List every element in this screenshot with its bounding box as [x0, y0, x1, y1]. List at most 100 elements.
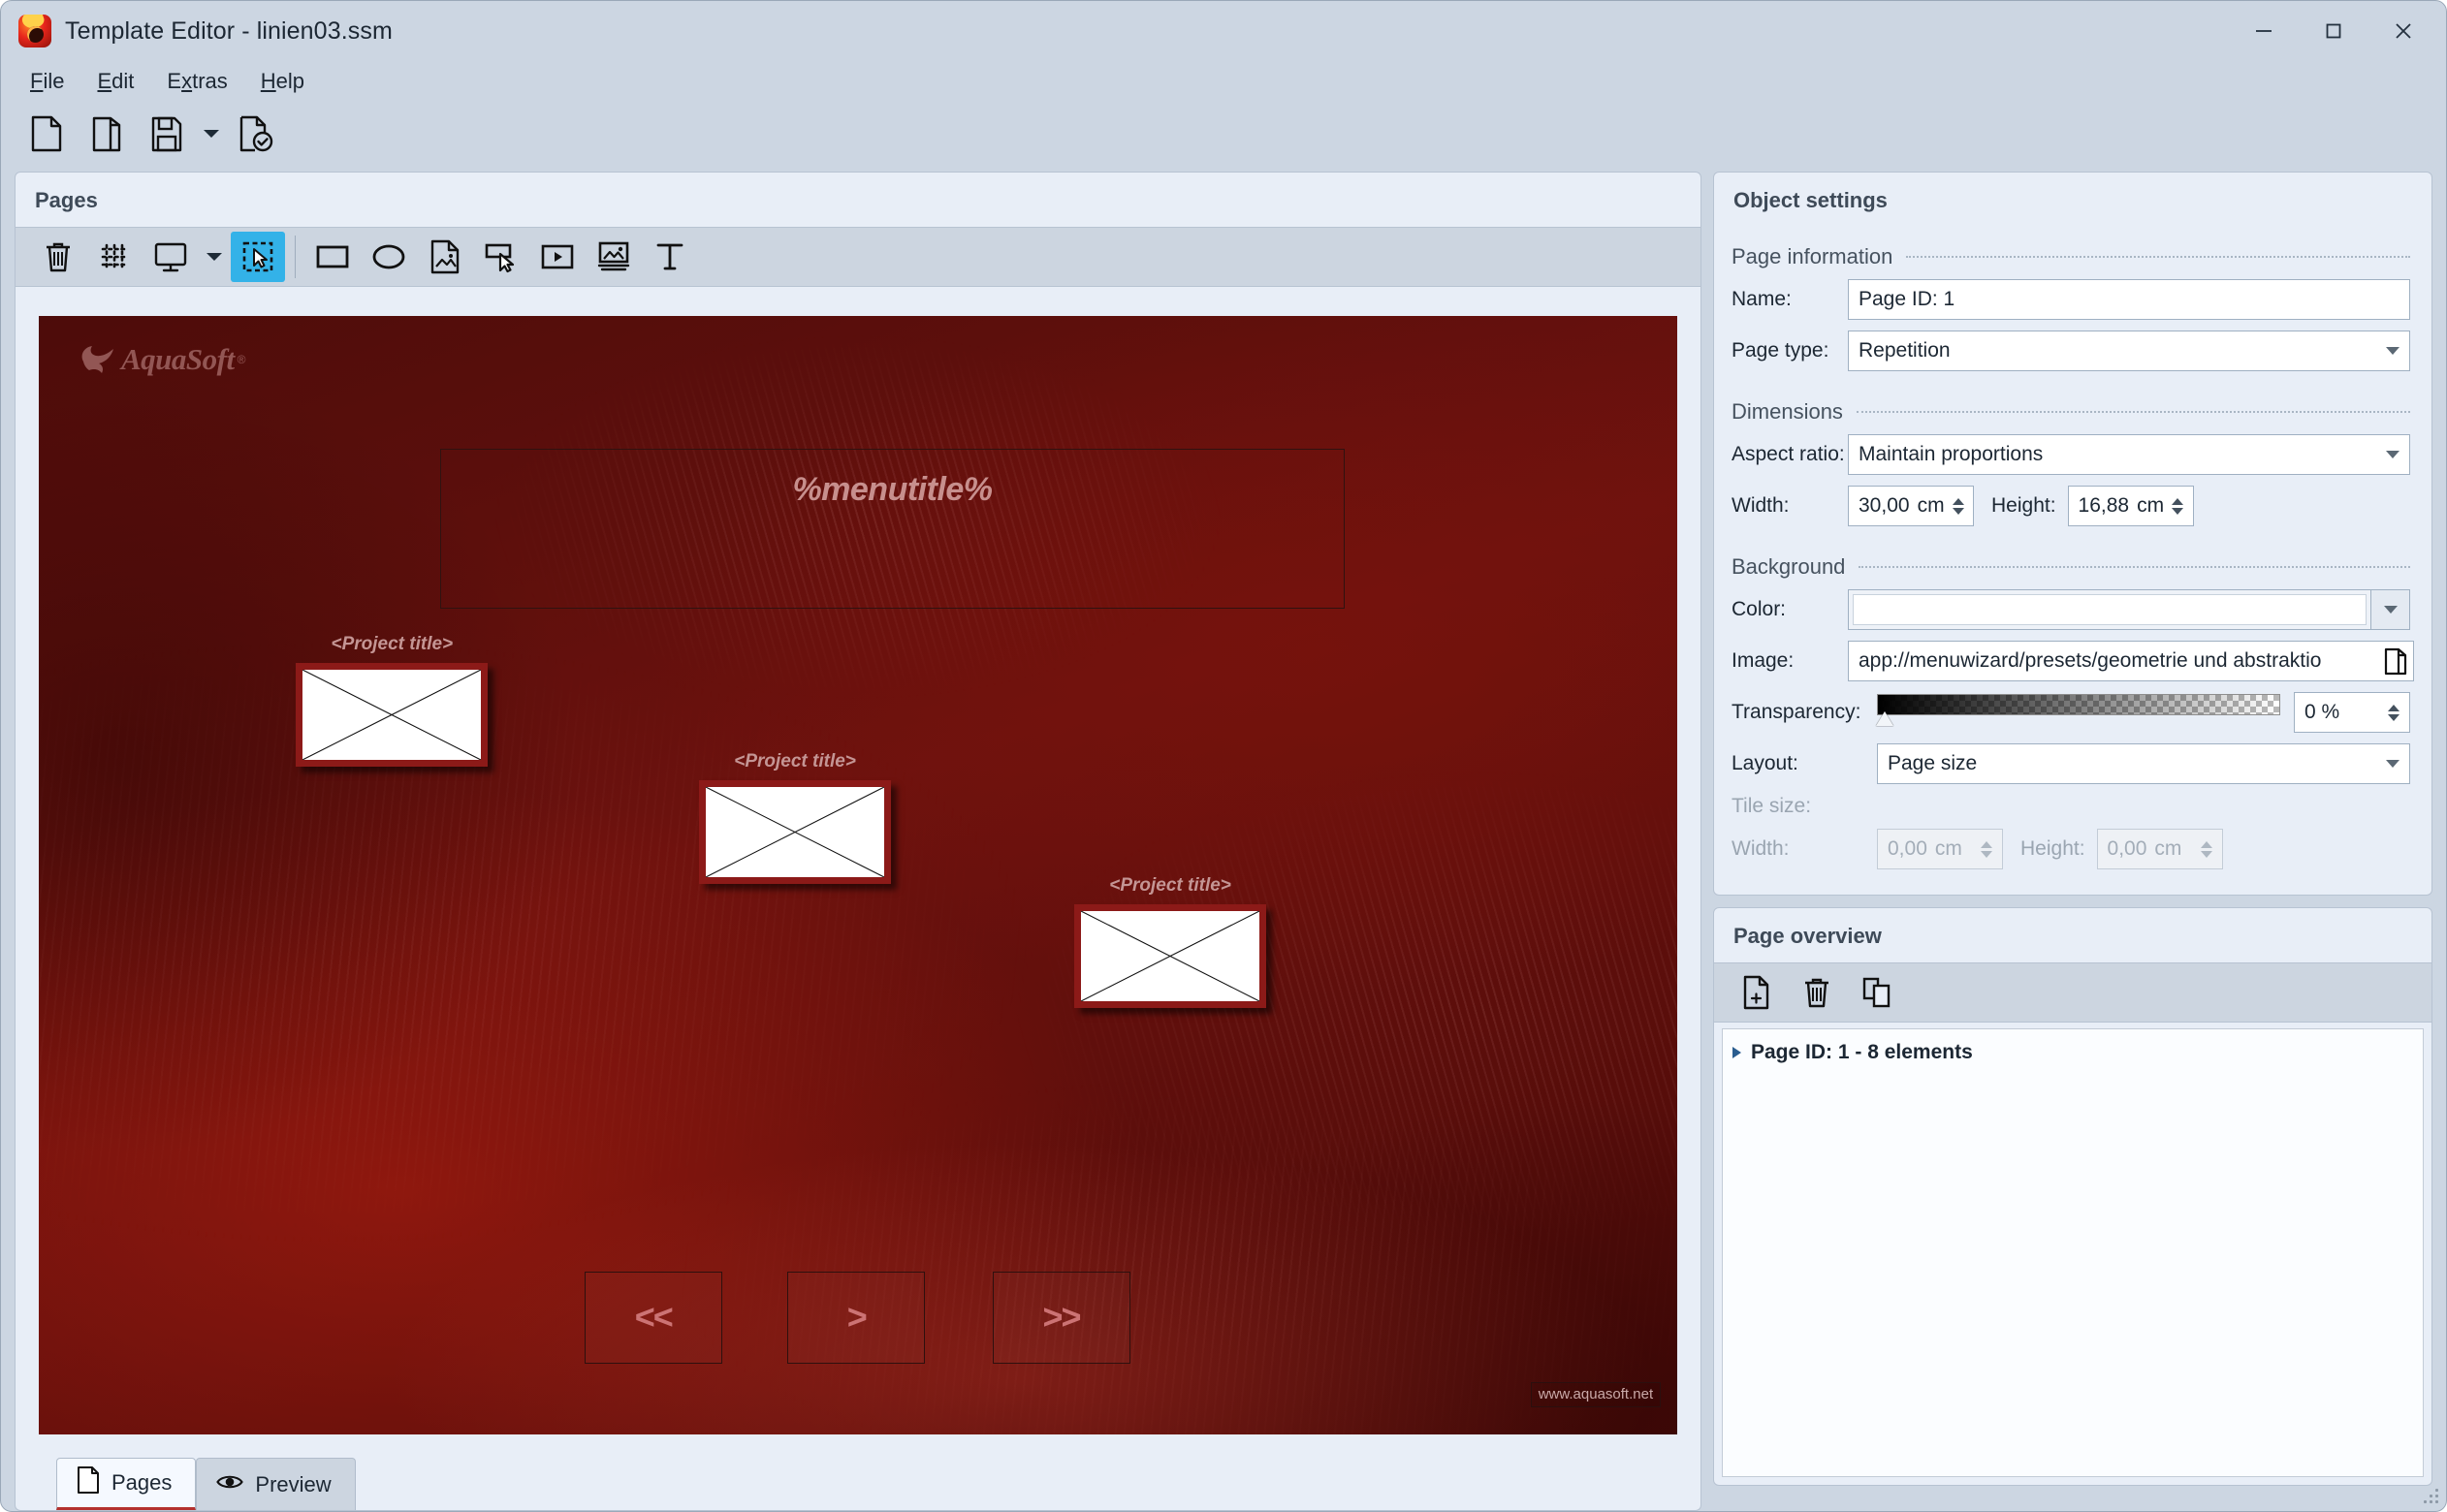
image-path-input[interactable]: app://menuwizard/presets/geometrie und a… [1848, 641, 2414, 681]
add-page-icon[interactable] [1730, 967, 1784, 1018]
select-tool-icon[interactable] [231, 232, 285, 282]
bottom-tab-bar: Pages Preview [39, 1434, 1677, 1510]
new-document-icon[interactable] [18, 106, 75, 162]
page-type-label: Page type: [1732, 339, 1829, 362]
grid-snap-icon[interactable] [87, 232, 142, 282]
project-placeholder-2[interactable]: <Project title> [699, 751, 892, 884]
height-label: Height: [1991, 494, 2056, 517]
transparency-stepper[interactable] [2380, 704, 2399, 721]
trash-icon[interactable] [31, 232, 85, 282]
pages-panel: Pages AquaSoft ® %menutitle% <Project ti… [15, 172, 1701, 1511]
project-title-caption: <Project title> [331, 633, 454, 654]
close-button[interactable] [2368, 1, 2438, 61]
save-dropdown-caret-icon[interactable] [199, 106, 224, 162]
window-controls [2229, 1, 2438, 61]
height-input[interactable]: 16,88 cm [2067, 486, 2194, 526]
row-tile-size: Tile size: [1714, 795, 2431, 818]
page-tree-label: Page ID: 1 - 8 elements [1751, 1041, 1973, 1063]
nav-last-button[interactable]: >> [992, 1271, 1130, 1365]
menu-title-text: %menutitle% [792, 471, 993, 509]
section-dimensions: Dimensions [1714, 399, 2431, 425]
row-name: Name: Page ID: 1 [1714, 279, 2431, 320]
project-placeholder-3[interactable]: <Project title> [1074, 875, 1267, 1008]
page-overview-toolbar [1714, 962, 2431, 1023]
list-item[interactable]: Page ID: 1 - 8 elements [1732, 1041, 2413, 1064]
image-placeholder-frame [699, 779, 892, 884]
layout-select[interactable]: Page size [1877, 743, 2410, 784]
tab-pages[interactable]: Pages [56, 1458, 197, 1510]
menu-edit[interactable]: Edit [83, 64, 147, 99]
menu-file[interactable]: File [16, 64, 78, 99]
width-input[interactable]: 30,00 cm [1848, 486, 1974, 526]
name-input[interactable]: Page ID: 1 [1848, 279, 2410, 320]
nav-first-button[interactable]: << [584, 1271, 722, 1365]
tile-height-unit: cm [2154, 837, 2182, 860]
application-window: Template Editor - linien03.ssm File Edit… [0, 0, 2447, 1512]
window-title: Template Editor - linien03.ssm [65, 16, 393, 45]
monitor-icon[interactable] [143, 232, 198, 282]
width-unit: cm [1917, 494, 1945, 517]
layout-label: Layout: [1732, 752, 1798, 774]
height-stepper[interactable] [2164, 497, 2184, 515]
rectangle-tool-icon[interactable] [305, 232, 360, 282]
placeholder-cross-icon [302, 669, 482, 760]
height-unit: cm [2137, 494, 2165, 517]
duplicate-page-icon[interactable] [1850, 967, 1904, 1018]
color-dropdown-button[interactable] [2371, 589, 2410, 630]
open-folder-icon[interactable] [79, 106, 135, 162]
width-stepper[interactable] [1945, 497, 1964, 515]
aspect-ratio-select[interactable]: Maintain proportions [1848, 434, 2410, 475]
chevron-down-icon [2383, 606, 2398, 614]
text-tool-icon[interactable] [643, 232, 697, 282]
height-value: 16,88 [2078, 494, 2130, 517]
save-icon[interactable] [139, 106, 195, 162]
transparency-slider-thumb[interactable] [1876, 711, 1893, 726]
transparency-input[interactable]: 0 % [2294, 692, 2410, 733]
page-canvas[interactable]: AquaSoft ® %menutitle% <Project title> <… [39, 316, 1677, 1434]
placeholder-cross-icon [706, 786, 885, 877]
tile-width-value: 0,00 [1888, 837, 1927, 860]
row-image: Image: app://menuwizard/presets/geometri… [1714, 641, 2431, 681]
nav-next-button[interactable]: > [787, 1271, 926, 1365]
page-type-select[interactable]: Repetition [1848, 331, 2410, 371]
object-settings-panel: Object settings Page information Name: P… [1713, 172, 2432, 896]
resize-grip[interactable] [2422, 1487, 2439, 1504]
section-label: Background [1732, 554, 1846, 579]
dolphin-icon [81, 346, 113, 373]
transparency-value: 0 % [2304, 701, 2340, 723]
color-label: Color: [1732, 598, 1787, 620]
section-divider [1859, 566, 2410, 568]
transparency-slider[interactable] [1876, 692, 2280, 733]
chevron-right-icon[interactable] [1732, 1047, 1741, 1058]
main-body: Pages AquaSoft ® %menutitle% <Project ti… [1, 166, 2446, 1511]
tab-preview[interactable]: Preview [196, 1458, 356, 1510]
aquasoft-app-icon [18, 15, 51, 47]
button-tool-icon[interactable] [474, 232, 528, 282]
menu-extras[interactable]: Extras [153, 64, 240, 99]
maximize-button[interactable] [2299, 1, 2368, 61]
ellipse-tool-icon[interactable] [362, 232, 416, 282]
project-placeholder-1[interactable]: <Project title> [296, 633, 489, 767]
video-tool-icon[interactable] [530, 232, 585, 282]
width-label: Width: [1732, 494, 1790, 517]
image-tool-icon[interactable] [587, 232, 641, 282]
image-page-tool-icon[interactable] [418, 232, 472, 282]
aspect-ratio-label: Aspect ratio: [1732, 443, 1845, 465]
open-folder-icon[interactable] [2381, 646, 2410, 676]
page-icon [77, 1466, 100, 1499]
name-label: Name: [1732, 288, 1792, 310]
minimize-button[interactable] [2229, 1, 2299, 61]
color-swatch-field[interactable] [1848, 589, 2371, 630]
page-type-value: Repetition [1859, 339, 1951, 362]
menu-help[interactable]: Help [247, 64, 318, 99]
row-aspect-ratio: Aspect ratio: Maintain proportions [1714, 434, 2431, 475]
page-overview-list[interactable]: Page ID: 1 - 8 elements [1722, 1028, 2424, 1477]
section-divider [1856, 411, 2410, 413]
title-bar: Template Editor - linien03.ssm [1, 1, 2446, 61]
document-check-icon[interactable] [228, 106, 284, 162]
menu-title-textbox[interactable]: %menutitle% [440, 449, 1345, 610]
delete-page-icon[interactable] [1790, 967, 1844, 1018]
monitor-dropdown-caret-icon[interactable] [200, 232, 229, 282]
tile-height-stepper [2193, 840, 2212, 858]
registered-mark: ® [237, 353, 246, 366]
